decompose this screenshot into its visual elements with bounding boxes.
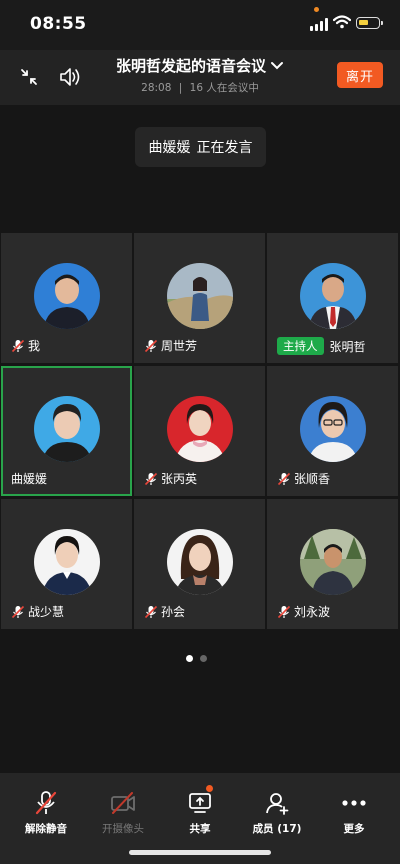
participant-tile[interactable]: 战少慧 [1,499,132,629]
mic-muted-icon [11,339,25,352]
privacy-indicator-icon [314,7,319,12]
active-speaker-banner: 曲媛媛 正在发言 [135,127,266,167]
participant-name: 张顺香 [294,472,331,486]
camera-off-icon [111,792,135,814]
participant-tile-speaking[interactable]: 曲媛媛 [1,366,132,496]
participant-avatar [34,263,100,329]
mic-muted-icon [11,605,25,618]
participant-avatar [300,529,366,595]
host-badge: 主持人 [277,337,324,355]
active-speaker-status: 正在发言 [196,140,253,156]
more-icon [342,800,366,806]
chevron-down-icon [271,61,283,69]
mic-muted-icon [277,472,291,485]
participant-name: 孙会 [161,605,186,619]
minimize-icon[interactable] [14,62,44,92]
participant-tile[interactable]: 我 [1,233,132,363]
cellular-signal-icon [310,17,328,31]
participant-avatar [167,396,233,462]
participant-name: 曲媛媛 [11,472,48,486]
home-indicator[interactable] [129,850,271,855]
participant-avatar [34,529,100,595]
page-dot [200,655,207,662]
participant-tile[interactable]: 主持人 张明哲 [267,233,398,363]
participant-tile[interactable]: 张顺香 [267,366,398,496]
meeting-title-area[interactable]: 张明哲发起的语音会议 28:08 | 16 人在会议中 [80,55,320,95]
share-label: 共享 [189,823,211,835]
leave-button[interactable]: 离开 [337,62,383,88]
active-speaker-name: 曲媛媛 [148,140,191,156]
unmute-label: 解除静音 [25,823,67,835]
participant-name: 张丙英 [161,472,198,486]
unmute-button[interactable]: 解除静音 [11,789,81,836]
page-dot-active [186,655,193,662]
wifi-icon [333,15,351,29]
more-label: 更多 [343,823,365,835]
camera-label: 开摄像头 [102,823,144,835]
camera-button[interactable]: 开摄像头 [88,789,158,836]
mic-muted-icon [144,339,158,352]
notification-dot [206,785,213,792]
members-button[interactable]: 成员 (17) [242,789,312,836]
participant-name: 周世芳 [161,339,198,353]
participant-tile[interactable]: 张丙英 [134,366,265,496]
mic-muted-icon [144,605,158,618]
participant-name: 张明哲 [329,339,366,354]
mic-muted-icon [35,791,57,815]
meeting-title: 张明哲发起的语音会议 [115,57,266,75]
participant-name: 刘永波 [294,605,331,619]
participant-name: 战少慧 [28,605,65,619]
members-label: 成员 (17) [252,823,302,835]
mic-muted-icon [277,605,291,618]
clock: 08:55 [30,14,87,34]
battery-icon [356,17,383,29]
participant-avatar [300,396,366,462]
share-button[interactable]: 共享 [165,785,235,836]
participant-avatar [300,263,366,329]
participant-avatar [167,529,233,595]
meeting-duration: 28:08 [141,82,172,94]
video-grid-area: 曲媛媛 正在发言 我 周世芳 主持人 张明哲 曲媛媛 张丙英 张顺香 战少慧 孙… [0,105,400,773]
meeting-header: 张明哲发起的语音会议 28:08 | 16 人在会议中 离开 [0,50,400,105]
participant-count: 16 人在会议中 [189,82,259,94]
participant-name: 我 [28,339,41,353]
add-member-icon [266,793,289,815]
participant-tile[interactable]: 孙会 [134,499,265,629]
subtitle-separator: | [178,82,183,94]
page-indicator[interactable] [186,655,207,662]
status-bar: 08:55 [0,0,400,50]
participant-avatar [34,396,100,462]
screen-share-icon [189,793,211,813]
participant-tile[interactable]: 周世芳 [134,233,265,363]
meeting-toolbar: 解除静音 开摄像头 共享 成员 (17) 更多 [0,773,400,864]
more-button[interactable]: 更多 [319,789,389,836]
participant-avatar [167,263,233,329]
participant-tile[interactable]: 刘永波 [267,499,398,629]
mic-muted-icon [144,472,158,485]
